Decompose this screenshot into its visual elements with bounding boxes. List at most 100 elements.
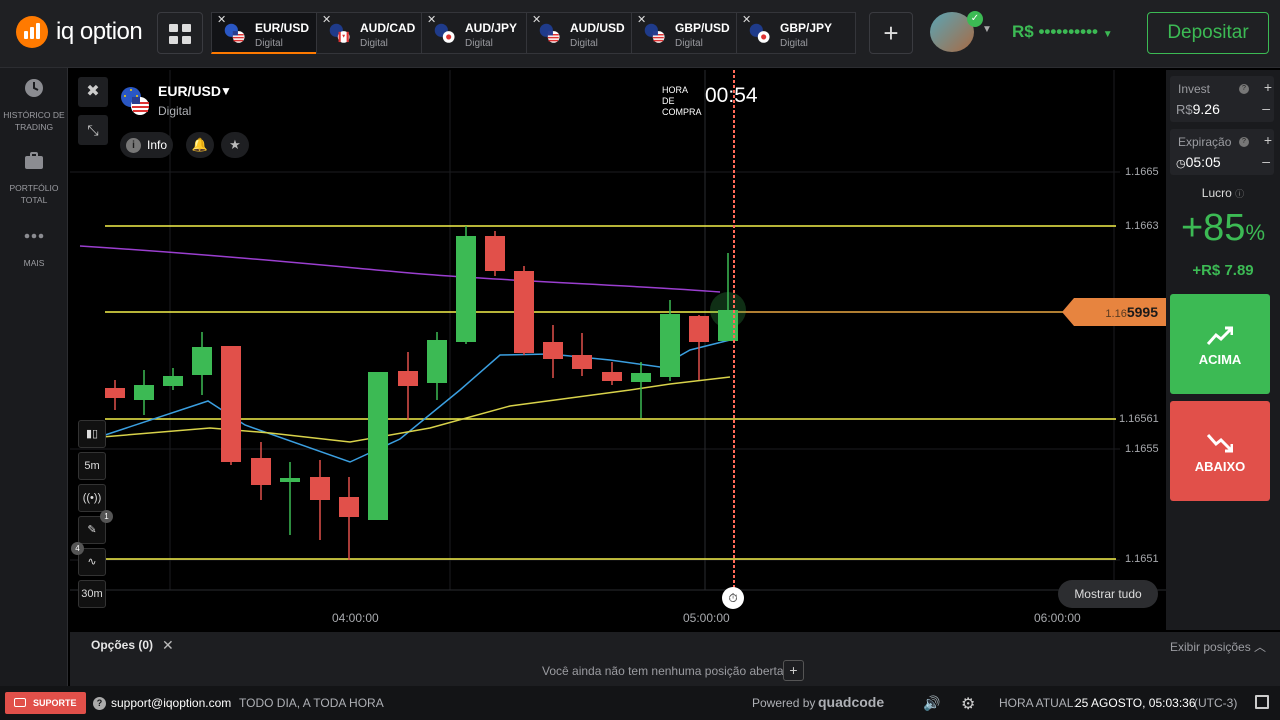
help-icon[interactable]: ? [1239, 137, 1249, 147]
status-bar: SUPORTE ? support@iqoption.com TODO DIA,… [0, 686, 1280, 720]
purchase-time-label: HORA DE COMPRA [662, 85, 702, 117]
sidebar-item-more[interactable]: MAIS [0, 226, 68, 269]
indicators-button[interactable]: ((•)) [78, 484, 106, 512]
more-icon [24, 233, 44, 239]
asset-tab-eur-usd[interactable]: ✕ EUR/USD Digital [211, 12, 316, 54]
expiry-plus-button[interactable]: + [1264, 132, 1272, 148]
candle-down [398, 371, 418, 386]
sidebar-item-portfolio[interactable]: PORTFÓLIO TOTAL [0, 151, 68, 206]
put-down-button[interactable]: ABAIXO [1170, 401, 1270, 501]
au-us-flag-icon [539, 23, 560, 43]
support-availability: TODO DIA, A TODA HORA [239, 696, 384, 710]
close-chart-button[interactable]: ✖ [78, 77, 108, 107]
support-button[interactable]: SUPORTE [5, 692, 86, 714]
empty-positions-message: Você ainda não tem nenhuma posição abert… [542, 664, 784, 678]
current-price-tag: 1.165995 [1062, 298, 1166, 326]
asset-tab-aud-usd[interactable]: ✕ AUD/USD Digital [526, 12, 631, 54]
candle-down [689, 316, 709, 342]
clock-icon [25, 79, 43, 97]
candle-up [192, 347, 212, 375]
invest-plus-button[interactable]: + [1264, 79, 1272, 95]
expiry-minus-button[interactable]: – [1262, 153, 1270, 169]
wave-icon: ∿ [87, 556, 97, 568]
show-all-button[interactable]: Mostrar tudo [1058, 580, 1158, 608]
candle-up [456, 236, 476, 342]
current-candle-glow [710, 292, 746, 328]
moving-average-purple [79, 245, 721, 293]
asset-tab-aud-cad[interactable]: ✕ AUD/CAD Digital [316, 12, 421, 54]
current-date-time: 25 AGOSTO, 05:03:36 [1075, 696, 1196, 710]
asset-tab-aud-jpy[interactable]: ✕ AUD/JPY Digital [421, 12, 526, 54]
asset-tab-gbp-usd[interactable]: ✕ GBP/USD Digital [631, 12, 736, 54]
alert-bell-button[interactable]: 🔔 [186, 132, 214, 158]
timeframe-button[interactable]: 30m [78, 580, 106, 608]
tab-asset-type: Digital [570, 38, 598, 49]
help-icon: ? [93, 697, 106, 710]
options-tab[interactable]: Opções (0) [91, 638, 153, 652]
powered-by-label: Powered by [752, 696, 816, 710]
trend-down-icon [1207, 434, 1233, 453]
volume-icon[interactable]: 🔊 [923, 695, 940, 712]
deposit-button[interactable]: Depositar [1147, 12, 1269, 54]
help-icon[interactable]: ? [1239, 84, 1249, 94]
stopwatch-icon: ⏱ [722, 587, 744, 609]
gear-icon[interactable]: ⚙ [961, 694, 975, 714]
show-positions-toggle[interactable]: Exibir posições ︿ [1170, 638, 1266, 655]
wave-tools-button[interactable]: ∿ 4 [71, 542, 106, 576]
candle-up [368, 372, 388, 520]
add-position-button[interactable]: + [783, 660, 804, 681]
clock-icon: ◷ [1176, 158, 1186, 170]
current-time-label: HORA ATUAL: [999, 696, 1077, 710]
balance-dropdown[interactable]: R$ •••••••••• ▼ [1012, 22, 1113, 42]
expiry-field[interactable]: Expiração ? + ◷05:05 – [1170, 129, 1274, 175]
asset-name[interactable]: EUR/USD [158, 83, 221, 99]
price-axis-label: 1.1651 [1125, 553, 1159, 565]
price-axis-label: 1.16561 [1119, 413, 1159, 425]
pencil-icon: ✎ [87, 524, 97, 536]
fullscreen-icon[interactable] [1255, 695, 1269, 709]
drawing-tools-button[interactable]: ✎ 1 [78, 510, 113, 544]
info-icon: i [126, 137, 141, 153]
collapse-icon[interactable]: ⤡ [78, 115, 108, 145]
tab-asset-type: Digital [675, 38, 703, 49]
candle-down [339, 497, 359, 517]
avatar-chevron-down-icon[interactable]: ▼ [982, 24, 992, 35]
invest-field[interactable]: Invest ? + R$9.26 – [1170, 76, 1274, 122]
candle-up [427, 340, 447, 383]
purchase-time-countdown: 00:54 [705, 84, 758, 107]
top-bar: iq option ✕ EUR/USD Digital ✕ AUD/CAD Digital… [0, 0, 1280, 68]
candle-up [631, 373, 651, 382]
gb-jp-flag-icon [749, 23, 770, 43]
asset-type: Digital [158, 104, 192, 118]
profit-percent: +85% [1180, 207, 1266, 249]
candle-down [514, 271, 534, 353]
all-assets-grid-button[interactable] [157, 12, 203, 54]
asset-tab-gbp-jpy[interactable]: ✕ GBP/JPY Digital [736, 12, 856, 54]
invest-minus-button[interactable]: – [1262, 100, 1270, 116]
sidebar-item-trading-history[interactable]: HISTÓRICO DE TRADING [0, 78, 68, 133]
call-up-button[interactable]: ACIMA [1170, 294, 1270, 394]
profit-label: Lucro ⓘ [1201, 186, 1245, 200]
left-sidebar: HISTÓRICO DE TRADING PORTFÓLIO TOTAL MAI… [0, 68, 68, 686]
time-axis-label: 05:00:00 [683, 611, 730, 625]
candle-down [105, 388, 125, 398]
favorite-star-button[interactable]: ★ [221, 132, 249, 158]
brand-logo[interactable]: iq option [16, 16, 143, 48]
add-asset-button[interactable]: + [869, 12, 913, 54]
close-icon[interactable]: ✕ [162, 637, 174, 654]
info-button[interactable]: i Info [120, 132, 174, 158]
candle-up [280, 478, 300, 482]
verified-check-icon: ✓ [967, 11, 983, 27]
chevron-up-icon: ︿ [1254, 640, 1267, 654]
profit-value: +R$ 7.89 [1192, 262, 1254, 279]
candles-icon: ▮▯ [85, 428, 99, 440]
support-email-link[interactable]: support@iqoption.com [111, 696, 231, 710]
chat-icon [14, 698, 26, 707]
candle-down [602, 372, 622, 381]
asset-chevron-down-icon[interactable]: ▼ [220, 84, 232, 98]
chart-type-button[interactable]: ▮▯ [78, 420, 106, 448]
candle-period-button[interactable]: 5m [78, 452, 106, 480]
candle-down [572, 355, 592, 369]
tab-asset-type: Digital [360, 38, 388, 49]
candle-down [310, 477, 330, 500]
